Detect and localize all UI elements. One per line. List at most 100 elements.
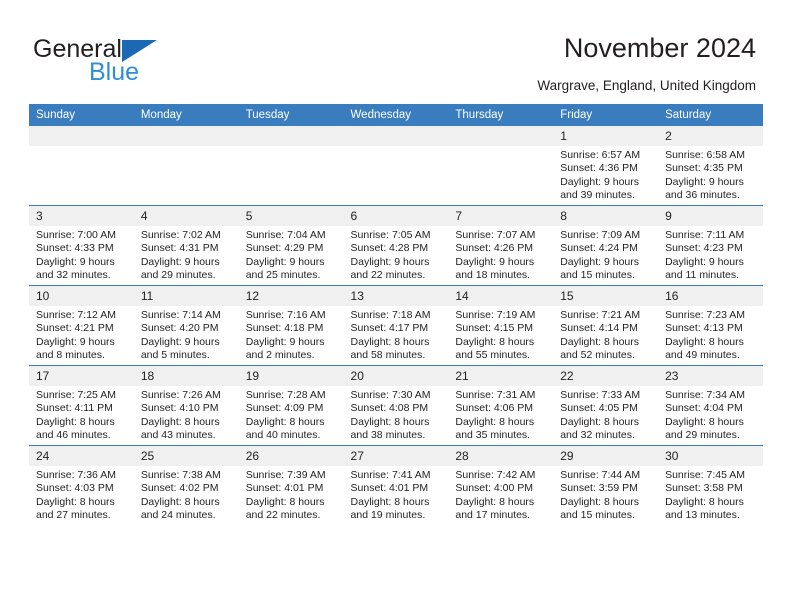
day-number: 3 bbox=[29, 206, 134, 226]
calendar-day-cell[interactable]: 3 Sunrise: 7:00 AM Sunset: 4:33 PM Daylight… bbox=[29, 205, 134, 286]
day-number bbox=[133, 126, 239, 146]
calendar-day-cell[interactable]: 30 Sunrise: 7:45 AM Sunset: 3:58 PM Dayligh… bbox=[658, 445, 763, 525]
calendar-day-cell[interactable]: 10 Sunrise: 7:12 AM Sunset: 4:21 PM Dayligh… bbox=[29, 285, 134, 366]
calendar-day-cell[interactable]: 19 Sunrise: 7:28 AM Sunset: 4:09 PM Dayligh… bbox=[238, 365, 344, 446]
day-number: 7 bbox=[448, 206, 554, 226]
day-detail-line: and 38 minutes. bbox=[350, 429, 426, 442]
day-details: Sunrise: 7:07 AM Sunset: 4:26 PM Daylight:… bbox=[448, 226, 553, 283]
day-detail-line: Daylight: 9 hours bbox=[36, 335, 115, 348]
weekday-header-sunday: Sunday bbox=[29, 104, 134, 126]
calendar-cell-empty bbox=[343, 126, 449, 206]
day-number bbox=[238, 126, 344, 146]
day-detail-line: and 58 minutes. bbox=[350, 349, 426, 362]
calendar-day-cell[interactable]: 27 Sunrise: 7:41 AM Sunset: 4:01 PM Dayligh… bbox=[343, 445, 449, 525]
day-number: 15 bbox=[553, 286, 659, 306]
day-details: Sunrise: 6:58 AM Sunset: 4:35 PM Daylight:… bbox=[658, 146, 763, 203]
day-detail-line: Daylight: 8 hours bbox=[140, 495, 220, 508]
calendar-day-cell[interactable]: 12 Sunrise: 7:16 AM Sunset: 4:18 PM Dayligh… bbox=[238, 285, 344, 366]
calendar-day-cell[interactable]: 14 Sunrise: 7:19 AM Sunset: 4:15 PM Dayligh… bbox=[448, 285, 554, 366]
day-details: Sunrise: 7:05 AM Sunset: 4:28 PM Daylight:… bbox=[344, 226, 449, 283]
day-detail-line: Sunset: 4:36 PM bbox=[560, 162, 638, 175]
calendar-day-cell[interactable]: 20 Sunrise: 7:30 AM Sunset: 4:08 PM Dayligh… bbox=[343, 365, 449, 446]
calendar-day-cell[interactable]: 16 Sunrise: 7:23 AM Sunset: 4:13 PM Dayligh… bbox=[658, 285, 763, 366]
day-detail-line: Sunrise: 7:05 AM bbox=[350, 229, 431, 241]
day-detail-line: Sunset: 4:15 PM bbox=[455, 322, 534, 335]
calendar-day-cell[interactable]: 22 Sunrise: 7:33 AM Sunset: 4:05 PM Dayligh… bbox=[553, 365, 659, 446]
day-detail-line: Sunrise: 7:04 AM bbox=[245, 229, 326, 241]
day-details: Sunrise: 7:45 AM Sunset: 3:58 PM Daylight:… bbox=[658, 466, 763, 523]
calendar-day-cell[interactable]: 5 Sunrise: 7:04 AM Sunset: 4:29 PM Daylight… bbox=[238, 205, 344, 286]
day-detail-line: and 11 minutes. bbox=[665, 269, 739, 282]
day-number: 2 bbox=[658, 126, 763, 146]
day-detail-line: Sunset: 4:21 PM bbox=[36, 322, 114, 335]
day-detail-line: Daylight: 8 hours bbox=[350, 495, 430, 508]
day-details: Sunrise: 7:44 AM Sunset: 3:59 PM Daylight:… bbox=[553, 466, 658, 523]
calendar-day-cell[interactable]: 24 Sunrise: 7:36 AM Sunset: 4:03 PM Dayligh… bbox=[29, 445, 134, 525]
calendar-day-cell[interactable]: 13 Sunrise: 7:18 AM Sunset: 4:17 PM Dayligh… bbox=[343, 285, 449, 366]
calendar-cell-empty bbox=[29, 126, 134, 206]
day-details: Sunrise: 7:00 AM Sunset: 4:33 PM Daylight:… bbox=[29, 226, 134, 283]
calendar-day-cell[interactable]: 7 Sunrise: 7:07 AM Sunset: 4:26 PM Daylight… bbox=[448, 205, 554, 286]
day-detail-line: Sunset: 4:20 PM bbox=[140, 322, 219, 335]
day-details bbox=[29, 146, 134, 149]
calendar-day-cell[interactable]: 9 Sunrise: 7:11 AM Sunset: 4:23 PM Daylight… bbox=[658, 205, 763, 286]
calendar-day-cell[interactable]: 2 Sunrise: 6:58 AM Sunset: 4:35 PM Daylight… bbox=[658, 126, 763, 206]
calendar-cell-empty bbox=[133, 126, 239, 206]
calendar-day-cell[interactable]: 21 Sunrise: 7:31 AM Sunset: 4:06 PM Dayligh… bbox=[448, 365, 554, 446]
calendar-day-cell[interactable]: 6 Sunrise: 7:05 AM Sunset: 4:28 PM Daylight… bbox=[343, 205, 449, 286]
day-detail-line: Daylight: 9 hours bbox=[140, 335, 220, 348]
day-detail-line: and 32 minutes. bbox=[560, 429, 635, 442]
day-detail-line: and 2 minutes. bbox=[245, 349, 315, 362]
day-number: 16 bbox=[658, 286, 763, 306]
calendar-day-cell[interactable]: 1 Sunrise: 6:57 AM Sunset: 4:36 PM Daylight… bbox=[553, 126, 659, 206]
day-number: 14 bbox=[448, 286, 554, 306]
day-detail-line: and 22 minutes. bbox=[350, 269, 426, 282]
calendar-day-cell[interactable]: 11 Sunrise: 7:14 AM Sunset: 4:20 PM Dayligh… bbox=[133, 285, 239, 366]
day-detail-line: Sunrise: 7:34 AM bbox=[665, 389, 746, 401]
calendar-cell-empty bbox=[448, 126, 554, 206]
calendar-day-cell[interactable]: 26 Sunrise: 7:39 AM Sunset: 4:01 PM Dayligh… bbox=[238, 445, 344, 525]
day-number: 8 bbox=[553, 206, 659, 226]
day-detail-line: Sunset: 4:23 PM bbox=[665, 242, 743, 255]
weekday-header-monday: Monday bbox=[133, 104, 239, 126]
day-detail-line: and 46 minutes. bbox=[36, 429, 111, 442]
day-detail-line: Sunrise: 7:14 AM bbox=[140, 309, 221, 321]
page-title: November 2024 bbox=[563, 33, 756, 63]
calendar-day-cell[interactable]: 18 Sunrise: 7:26 AM Sunset: 4:10 PM Dayligh… bbox=[133, 365, 239, 446]
day-details: Sunrise: 7:42 AM Sunset: 4:00 PM Daylight:… bbox=[448, 466, 553, 523]
day-detail-line: Sunset: 4:18 PM bbox=[245, 322, 324, 335]
day-number: 9 bbox=[658, 206, 763, 226]
day-detail-line: Sunrise: 7:09 AM bbox=[560, 229, 641, 241]
day-detail-line: and 36 minutes. bbox=[665, 189, 740, 202]
day-details: Sunrise: 7:16 AM Sunset: 4:18 PM Daylight:… bbox=[239, 306, 344, 363]
day-number: 29 bbox=[553, 446, 659, 466]
day-detail-line: Sunrise: 7:28 AM bbox=[245, 389, 326, 401]
weekday-header-saturday: Saturday bbox=[658, 104, 763, 126]
calendar-day-cell[interactable]: 17 Sunrise: 7:25 AM Sunset: 4:11 PM Dayligh… bbox=[29, 365, 134, 446]
day-detail-line: and 17 minutes. bbox=[455, 509, 531, 522]
day-detail-line: Daylight: 8 hours bbox=[560, 415, 640, 428]
day-detail-line: and 25 minutes. bbox=[245, 269, 321, 282]
day-number bbox=[448, 126, 554, 146]
day-detail-line: Sunrise: 7:25 AM bbox=[36, 389, 116, 401]
day-detail-line: Daylight: 9 hours bbox=[36, 255, 115, 268]
day-detail-line: Daylight: 8 hours bbox=[245, 495, 325, 508]
day-details: Sunrise: 7:12 AM Sunset: 4:21 PM Daylight:… bbox=[29, 306, 134, 363]
day-detail-line: Sunset: 4:05 PM bbox=[560, 402, 638, 415]
general-blue-logo[interactable]: General Blue bbox=[33, 36, 263, 88]
day-number bbox=[343, 126, 449, 146]
calendar-day-cell[interactable]: 29 Sunrise: 7:44 AM Sunset: 3:59 PM Dayligh… bbox=[553, 445, 659, 525]
day-detail-line: and 15 minutes. bbox=[560, 509, 635, 522]
calendar-day-cell[interactable]: 23 Sunrise: 7:34 AM Sunset: 4:04 PM Dayligh… bbox=[658, 365, 763, 446]
day-detail-line: Sunrise: 7:19 AM bbox=[455, 309, 536, 321]
day-number: 13 bbox=[343, 286, 449, 306]
calendar-day-cell[interactable]: 28 Sunrise: 7:42 AM Sunset: 4:00 PM Dayligh… bbox=[448, 445, 554, 525]
calendar-day-cell[interactable]: 25 Sunrise: 7:38 AM Sunset: 4:02 PM Dayligh… bbox=[133, 445, 239, 525]
calendar-day-cell[interactable]: 4 Sunrise: 7:02 AM Sunset: 4:31 PM Daylight… bbox=[133, 205, 239, 286]
day-detail-line: Sunset: 4:29 PM bbox=[245, 242, 324, 255]
calendar-day-cell[interactable]: 15 Sunrise: 7:21 AM Sunset: 4:14 PM Dayligh… bbox=[553, 285, 659, 366]
day-detail-line: Daylight: 8 hours bbox=[455, 415, 535, 428]
day-number: 28 bbox=[448, 446, 554, 466]
calendar-body: 1 Sunrise: 6:57 AM Sunset: 4:36 PM Daylight… bbox=[29, 126, 763, 525]
calendar-day-cell[interactable]: 8 Sunrise: 7:09 AM Sunset: 4:24 PM Daylight… bbox=[553, 205, 659, 286]
